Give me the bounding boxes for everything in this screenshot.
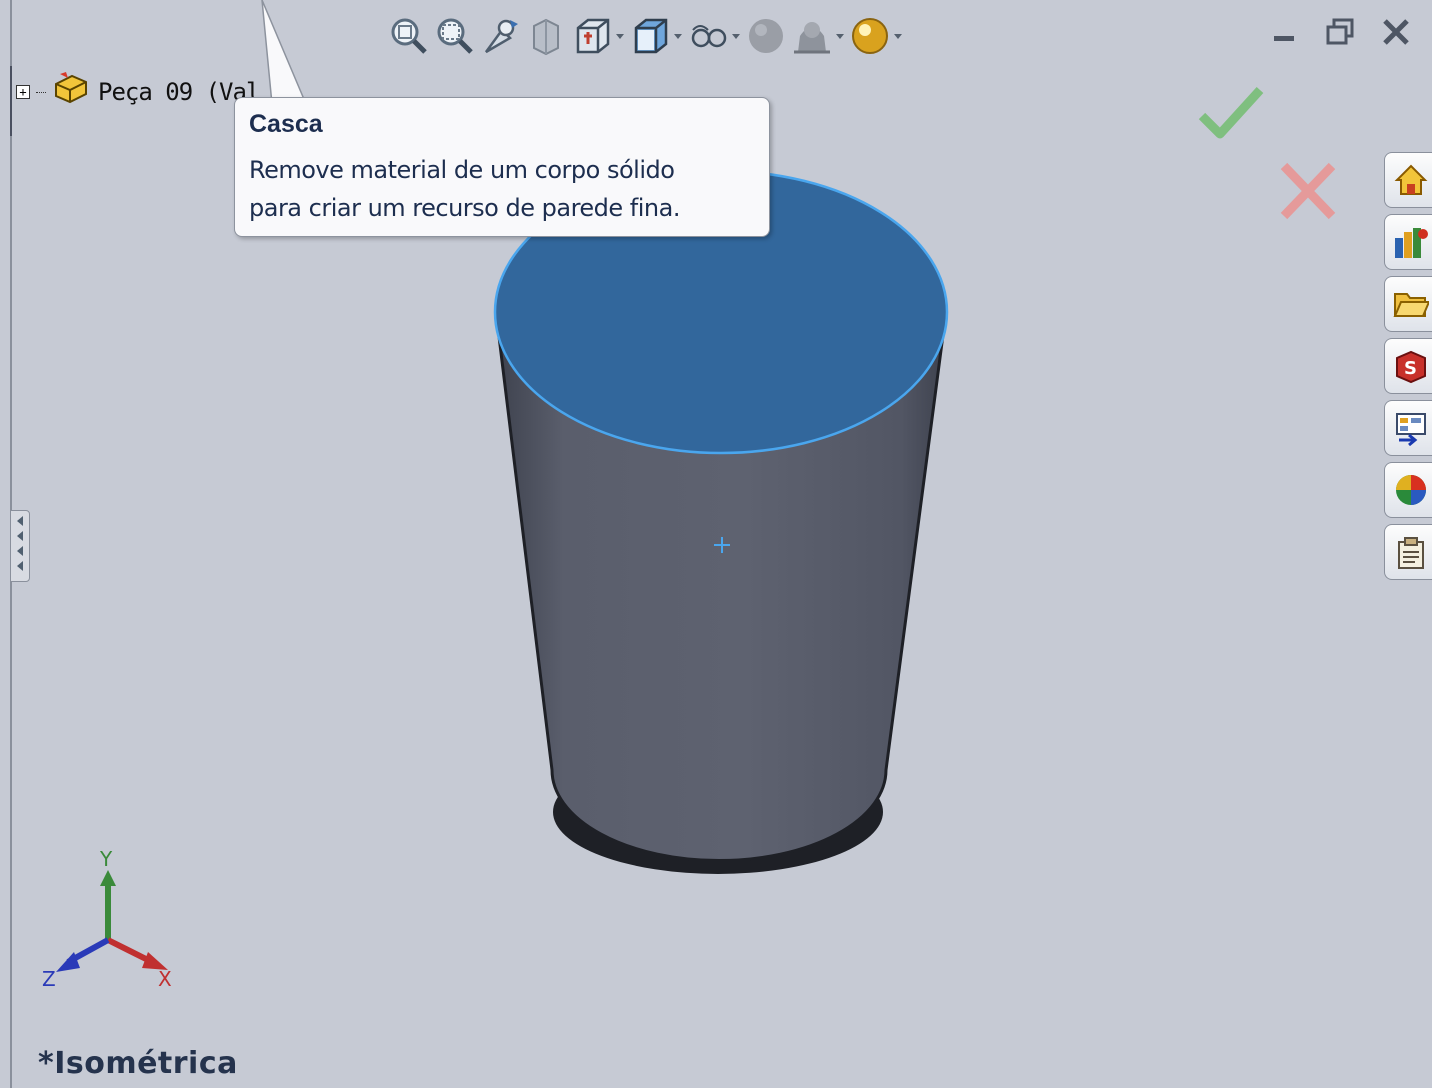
tooltip-title: Casca xyxy=(249,110,323,138)
design-library-icon[interactable] xyxy=(1384,214,1432,270)
restore-icon[interactable] xyxy=(1322,14,1358,50)
triad-z-label: Z xyxy=(42,967,56,991)
view-settings-icon[interactable] xyxy=(850,14,902,58)
heads-up-view-toolbar xyxy=(388,12,902,60)
display-style-icon[interactable] xyxy=(630,14,682,58)
close-icon[interactable] xyxy=(1378,14,1414,50)
solidworks-resources-icon[interactable] xyxy=(1384,152,1432,208)
view-orientation-icon[interactable] xyxy=(572,14,624,58)
tooltip-line-2: para criar um recurso de parede fina. xyxy=(249,194,680,222)
task-pane-tabs: S xyxy=(1384,152,1432,586)
shell-tooltip: Casca Remove material de um corpo sólido… xyxy=(234,97,770,237)
minimize-icon[interactable] xyxy=(1266,14,1302,50)
section-view-icon[interactable] xyxy=(526,14,566,58)
appearances-icon[interactable] xyxy=(1384,462,1432,518)
edit-appearance-icon[interactable] xyxy=(746,14,786,58)
ok-checkmark-icon[interactable] xyxy=(1198,84,1264,142)
view-palette-icon[interactable] xyxy=(1384,400,1432,456)
custom-properties-icon[interactable] xyxy=(1384,524,1432,580)
reference-triad: Y X Z xyxy=(42,847,172,991)
triad-x-label: X xyxy=(158,967,172,991)
search-icon[interactable]: S xyxy=(1384,338,1432,394)
svg-text:S: S xyxy=(1404,358,1417,379)
cancel-x-icon[interactable] xyxy=(1278,160,1338,222)
previous-view-icon[interactable] xyxy=(480,14,520,58)
file-explorer-icon[interactable] xyxy=(1384,276,1432,332)
triad-y-label: Y xyxy=(99,847,113,871)
zoom-to-fit-icon[interactable] xyxy=(388,14,428,58)
apply-scene-icon[interactable] xyxy=(792,14,844,58)
view-orientation-label: *Isométrica xyxy=(38,1046,238,1081)
document-window-controls xyxy=(1266,14,1414,50)
hide-show-items-icon[interactable] xyxy=(688,14,740,58)
tooltip-description: Remove material de um corpo sólido para … xyxy=(249,151,755,227)
zoom-to-area-icon[interactable] xyxy=(434,14,474,58)
tooltip-line-1: Remove material de um corpo sólido xyxy=(249,156,675,184)
